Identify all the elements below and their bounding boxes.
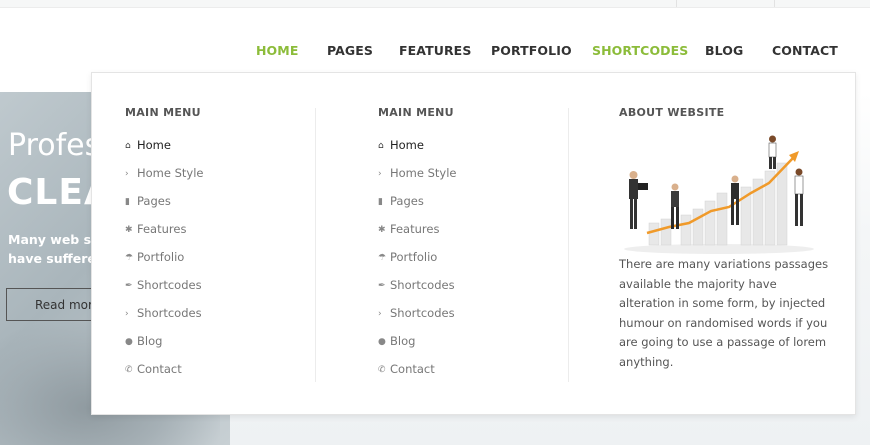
chevron-right-icon: › bbox=[125, 309, 129, 319]
menu-item-portfolio[interactable]: ☂ Portfolio bbox=[125, 250, 184, 268]
menu-item-blog[interactable]: ● Blog bbox=[125, 334, 162, 352]
document-icon: ▮ bbox=[378, 197, 383, 207]
about-website-title: ABOUT WEBSITE bbox=[619, 106, 725, 119]
wrench-icon: ✒ bbox=[378, 281, 386, 291]
nav-portfolio[interactable]: PORTFOLIO bbox=[491, 43, 572, 58]
phone-icon: ✆ bbox=[125, 365, 133, 375]
comment-icon: ● bbox=[125, 337, 133, 347]
umbrella-icon: ☂ bbox=[125, 253, 134, 263]
gear-icon: ✱ bbox=[378, 225, 386, 235]
chevron-right-icon: › bbox=[378, 169, 382, 179]
chevron-right-icon: › bbox=[378, 309, 382, 319]
column-2-title: MAIN MENU bbox=[378, 106, 454, 119]
menu-item-contact[interactable]: ✆ Contact bbox=[125, 362, 182, 380]
gear-icon: ✱ bbox=[125, 225, 133, 235]
phone-icon: ✆ bbox=[378, 365, 386, 375]
menu-item-home[interactable]: ⌂ Home bbox=[378, 138, 424, 156]
menu-item-pages[interactable]: ▮ Pages bbox=[125, 194, 171, 212]
home-icon: ⌂ bbox=[378, 141, 384, 151]
hero-description: Many web sites have suffered a bbox=[8, 230, 98, 268]
menu-item-shortcodes[interactable]: ✒ Shortcodes bbox=[378, 278, 455, 296]
top-bar-segment[interactable] bbox=[676, 0, 775, 7]
comment-icon: ● bbox=[378, 337, 386, 347]
hero-text-line1: Many web sites bbox=[8, 232, 98, 247]
umbrella-icon: ☂ bbox=[378, 253, 387, 263]
menu-item-home-style[interactable]: › Home Style bbox=[125, 166, 204, 184]
menu-item-pages[interactable]: ▮ Pages bbox=[378, 194, 424, 212]
chevron-right-icon: › bbox=[125, 169, 129, 179]
menu-item-blog[interactable]: ● Blog bbox=[378, 334, 415, 352]
menu-item-shortcodes-sub[interactable]: › Shortcodes bbox=[378, 306, 455, 324]
menu-item-features[interactable]: ✱ Features bbox=[125, 222, 186, 240]
hero-text-line2: have suffered a bbox=[8, 251, 98, 266]
nav-features[interactable]: FEATURES bbox=[399, 43, 471, 58]
menu-item-home[interactable]: ⌂ Home bbox=[125, 138, 171, 156]
menu-item-shortcodes[interactable]: ✒ Shortcodes bbox=[125, 278, 202, 296]
nav-pages[interactable]: PAGES bbox=[327, 43, 373, 58]
column-divider bbox=[568, 108, 569, 382]
menu-item-home-style[interactable]: › Home Style bbox=[378, 166, 457, 184]
nav-home[interactable]: HOME bbox=[256, 43, 298, 58]
home-icon: ⌂ bbox=[125, 141, 131, 151]
nav-shortcodes[interactable]: SHORTCODES bbox=[592, 43, 688, 58]
business-growth-illustration bbox=[624, 135, 814, 254]
mega-menu-dropdown: MAIN MENU ⌂ Home › Home Style ▮ Pages ✱ Feat… bbox=[91, 72, 856, 415]
hero-title-line1: Profes bbox=[8, 128, 101, 163]
wrench-icon: ✒ bbox=[125, 281, 133, 291]
nav-blog[interactable]: BLOG bbox=[705, 43, 743, 58]
top-bar-segment[interactable] bbox=[774, 0, 870, 7]
document-icon: ▮ bbox=[125, 197, 130, 207]
column-divider bbox=[315, 108, 316, 382]
main-navigation: HOME PAGES FEATURES PORTFOLIO SHORTCODES… bbox=[0, 43, 870, 59]
menu-item-portfolio[interactable]: ☂ Portfolio bbox=[378, 250, 437, 268]
menu-item-features[interactable]: ✱ Features bbox=[378, 222, 439, 240]
column-1-title: MAIN MENU bbox=[125, 106, 201, 119]
about-website-text: There are many variations passages avail… bbox=[619, 257, 829, 369]
nav-contact[interactable]: CONTACT bbox=[772, 43, 838, 58]
menu-item-shortcodes-sub[interactable]: › Shortcodes bbox=[125, 306, 202, 324]
top-bar bbox=[0, 0, 870, 8]
menu-item-contact[interactable]: ✆ Contact bbox=[378, 362, 435, 380]
